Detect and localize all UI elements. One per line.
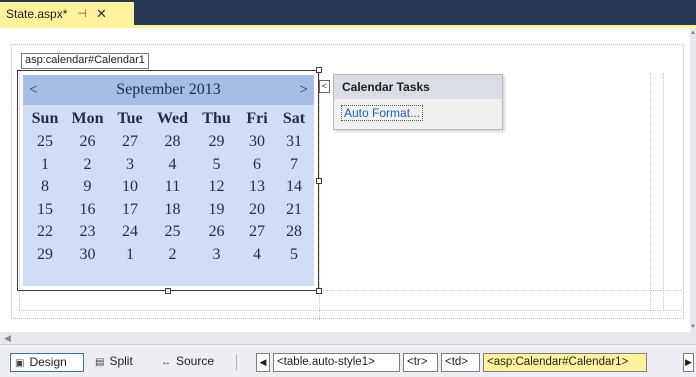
calendar-day-cell[interactable]: 26 (195, 221, 238, 244)
calendar-control[interactable]: < September 2013 > Sun Mon Tue Wed Thu Fri Sat… (23, 75, 314, 286)
design-view-label: Design (29, 355, 67, 369)
split-view-label: Split (109, 354, 133, 368)
calendar-day-cell[interactable]: 9 (65, 176, 110, 199)
source-view-label: Source (176, 354, 215, 368)
calendar-day-cell[interactable]: 14 (276, 176, 312, 199)
pin-icon[interactable]: ⊣ (77, 7, 87, 20)
calendar-day-cell[interactable]: 23 (65, 221, 110, 244)
designer-status-bar: ▣ Design ▤ Split ↔ Source ◀ <table.auto-sty… (0, 344, 696, 377)
resize-handle-right[interactable] (316, 178, 322, 184)
calendar-day-cell[interactable]: 20 (238, 199, 276, 222)
calendar-day-cell[interactable]: 3 (110, 154, 150, 177)
breadcrumb-td[interactable]: <td> (441, 353, 480, 372)
smart-tag-collapse-icon[interactable]: < (319, 80, 330, 93)
horizontal-scrollbar[interactable]: ◀ (0, 332, 696, 344)
breadcrumb-calendar[interactable]: <asp:Calendar#Calendar1> (483, 353, 647, 372)
calendar-day-cell[interactable]: 1 (110, 244, 150, 267)
close-tab-icon[interactable]: ✕ (96, 6, 107, 22)
table-cell-border (663, 73, 664, 311)
split-view-icon: ▤ (95, 357, 105, 368)
calendar-day-cell[interactable]: 8 (25, 176, 65, 199)
calendar-day-cell[interactable]: 16 (65, 199, 110, 222)
breadcrumb-table[interactable]: <table.auto-style1> (273, 353, 400, 372)
calendar-day-cell[interactable]: 12 (195, 176, 238, 199)
vertical-scrollbar[interactable]: ▲ ▼ (690, 28, 696, 332)
source-view-icon: ↔ (161, 357, 171, 368)
auto-format-link[interactable]: Auto Format... (341, 105, 424, 121)
calendar-day-cell[interactable]: 30 (65, 244, 110, 267)
document-tab-strip: State.aspx* ⊣ ✕ (0, 0, 696, 25)
calendar-day-cell[interactable]: 17 (110, 199, 150, 222)
source-view-button[interactable]: ↔ Source (157, 353, 229, 372)
day-header: Tue (117, 110, 143, 127)
calendar-day-cell[interactable]: 7 (276, 154, 312, 177)
calendar-day-cell[interactable]: 29 (25, 244, 65, 267)
day-header: Thu (202, 110, 231, 127)
calendar-day-cell[interactable]: 25 (25, 131, 65, 154)
calendar-day-cell[interactable]: 6 (238, 154, 276, 177)
table-cell-border (19, 310, 684, 311)
day-header: Fri (246, 110, 268, 127)
calendar-day-cell[interactable]: 30 (238, 131, 276, 154)
status-separator (236, 354, 237, 371)
calendar-day-cell[interactable]: 25 (150, 221, 195, 244)
calendar-day-cell[interactable]: 11 (150, 176, 195, 199)
day-header: Wed (156, 110, 189, 127)
calendar-month-title: September 2013 (116, 81, 221, 98)
calendar-day-cell[interactable]: 3 (195, 244, 238, 267)
calendar-day-cell[interactable]: 27 (238, 221, 276, 244)
resize-handle-top-right[interactable] (316, 67, 322, 73)
scroll-left-icon[interactable]: ◀ (4, 332, 11, 344)
calendar-day-cell[interactable]: 28 (150, 131, 195, 154)
breadcrumb-next-icon[interactable]: ▶ (683, 353, 694, 372)
scroll-up-icon[interactable]: ▲ (690, 30, 696, 36)
calendar-day-cell[interactable]: 15 (25, 199, 65, 222)
next-month-link[interactable]: > (300, 82, 308, 99)
split-view-button[interactable]: ▤ Split (91, 353, 151, 372)
calendar-day-cell[interactable]: 2 (150, 244, 195, 267)
day-header: Sun (31, 110, 59, 127)
resize-handle-bottom[interactable] (165, 288, 171, 294)
calendar-day-cell[interactable]: 13 (238, 176, 276, 199)
document-tab-title: State.aspx* (6, 6, 68, 21)
calendar-day-cell[interactable]: 1 (25, 154, 65, 177)
table-cell-border (319, 72, 320, 320)
breadcrumb-prev-icon[interactable]: ◀ (256, 353, 270, 372)
calendar-day-cell[interactable]: 29 (195, 131, 238, 154)
calendar-day-cell[interactable]: 28 (276, 221, 312, 244)
calendar-day-cell[interactable]: 2 (65, 154, 110, 177)
calendar-day-cell[interactable]: 18 (150, 199, 195, 222)
calendar-day-cell[interactable]: 26 (65, 131, 110, 154)
calendar-grid: Sun Mon Tue Wed Thu Fri Sat 25 26 27 28 29 30 31 1 2 3 4 5… (25, 106, 312, 266)
calendar-day-cell[interactable]: 24 (110, 221, 150, 244)
calendar-day-cell[interactable]: 19 (195, 199, 238, 222)
scroll-down-icon[interactable]: ▼ (690, 324, 696, 330)
day-header: Mon (71, 110, 104, 127)
calendar-day-cell[interactable]: 10 (110, 176, 150, 199)
calendar-day-cell[interactable]: 4 (150, 154, 195, 177)
calendar-day-cell[interactable]: 5 (195, 154, 238, 177)
design-view-button[interactable]: ▣ Design (10, 353, 84, 372)
design-view-icon: ▣ (15, 358, 25, 369)
calendar-day-cell[interactable]: 22 (25, 221, 65, 244)
calendar-header: < September 2013 > (23, 75, 314, 105)
calendar-day-cell[interactable]: 31 (276, 131, 312, 154)
calendar-day-cell[interactable]: 27 (110, 131, 150, 154)
calendar-tasks-panel: Calendar Tasks Auto Format... (333, 74, 503, 130)
resize-handle-bottom-right[interactable] (316, 288, 322, 294)
control-tag-label[interactable]: asp:calendar#Calendar1 (21, 53, 149, 69)
breadcrumb-tr[interactable]: <tr> (403, 353, 438, 372)
calendar-day-cell[interactable]: 4 (238, 244, 276, 267)
calendar-day-cell[interactable]: 5 (276, 244, 312, 267)
table-cell-border (650, 73, 651, 311)
calendar-day-cell[interactable]: 21 (276, 199, 312, 222)
document-tab[interactable]: State.aspx* ⊣ ✕ (0, 2, 134, 25)
day-header: Sat (282, 110, 306, 127)
calendar-tasks-title: Calendar Tasks (334, 75, 502, 99)
